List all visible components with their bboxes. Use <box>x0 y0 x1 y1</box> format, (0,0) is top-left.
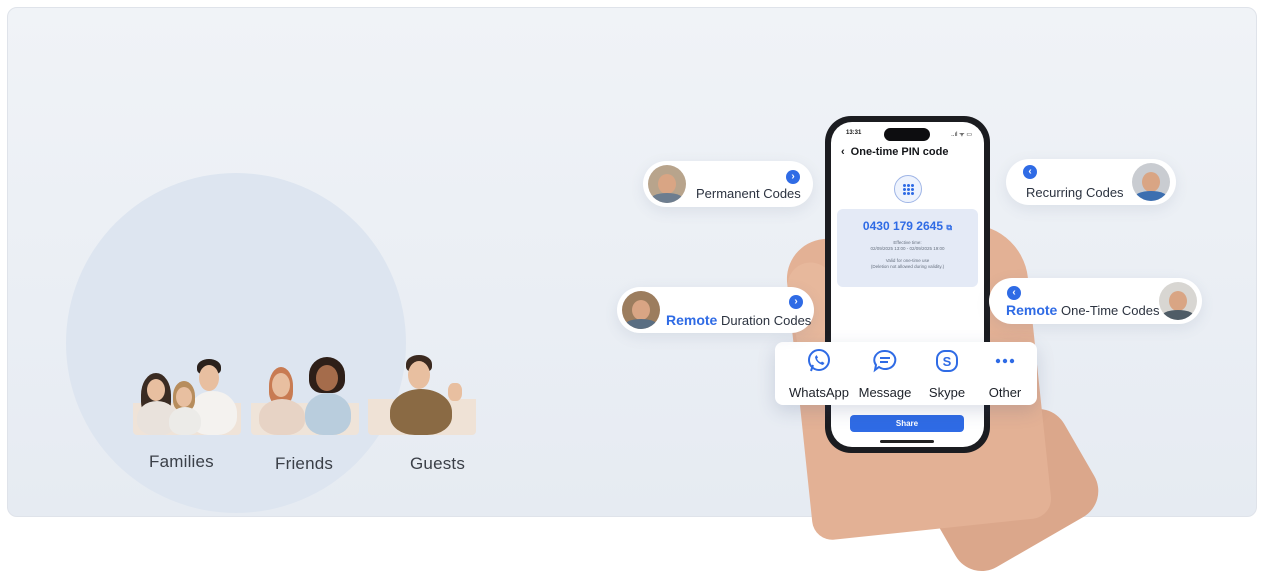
guests-photo <box>368 353 476 435</box>
pill-remote-duration-codes: › Remote Duration Codes <box>617 287 814 333</box>
status-time: 13:31 <box>846 130 862 136</box>
deletion-note: (Deletion not allowed during validity.) <box>870 264 945 269</box>
chevron-right-icon: › <box>789 295 803 309</box>
avatar <box>1159 282 1197 320</box>
audience-families: Families <box>133 353 241 473</box>
pin-code-card: 0430 179 2645 ⧉ Effective time: 02/09/20… <box>837 209 978 287</box>
skype-icon: S <box>936 350 958 372</box>
other-label: Other <box>988 385 1022 400</box>
effective-range: 02/09/2025 13:00 - 02/09/2025 19:00 <box>870 246 945 251</box>
share-button[interactable]: Share <box>850 415 964 432</box>
share-other[interactable]: Other <box>975 348 1035 400</box>
recurring-label: Recurring Codes <box>1026 185 1124 200</box>
remote-one-time-label: Remote One-Time Codes <box>1006 302 1159 318</box>
permanent-label: Permanent Codes <box>696 186 801 201</box>
one-time-codes-text: One-Time Codes <box>1060 303 1160 318</box>
chevron-right-icon: › <box>786 170 800 184</box>
avatar <box>648 165 686 203</box>
share-skype[interactable]: S Skype <box>917 348 977 400</box>
remote-highlight: Remote <box>666 312 718 328</box>
families-photo <box>133 353 241 435</box>
pin-code-value: 0430 179 2645 <box>862 219 944 233</box>
whatsapp-icon <box>808 349 830 372</box>
pill-recurring-codes: ‹ Recurring Codes <box>1006 159 1176 205</box>
pill-permanent-codes: › Permanent Codes <box>643 161 813 207</box>
message-label: Message <box>858 385 912 400</box>
message-icon <box>873 349 897 373</box>
whatsapp-label: WhatsApp <box>789 385 849 400</box>
chevron-left-icon: ‹ <box>1023 165 1037 179</box>
copy-icon[interactable]: ⧉ <box>946 223 952 232</box>
pin-code[interactable]: 0430 179 2645 ⧉ <box>837 219 978 233</box>
remote-highlight: Remote <box>1006 302 1058 318</box>
home-indicator <box>880 440 934 443</box>
guests-label: Guests <box>410 454 466 473</box>
remote-duration-label: Remote Duration Codes <box>666 312 811 328</box>
share-label: Share <box>895 419 919 428</box>
chevron-left-icon: ‹ <box>1007 286 1021 300</box>
skype-label: Skype <box>928 385 966 400</box>
back-chevron-icon[interactable]: ‹ <box>841 146 845 158</box>
friends-photo <box>251 353 359 435</box>
screen-title: One-time PIN code <box>850 146 949 158</box>
audience-guests: Guests <box>368 353 476 473</box>
avatar <box>622 291 660 329</box>
audience-friends: Friends <box>251 353 359 473</box>
avatar <box>1132 163 1170 201</box>
duration-codes-text: Duration Codes <box>720 313 812 328</box>
share-message[interactable]: Message <box>855 348 915 400</box>
keypad-icon <box>894 175 922 203</box>
friends-label: Friends <box>275 454 334 473</box>
screen-header: ‹ One-time PIN code <box>841 146 948 158</box>
status-icons: ..ıl ᯤ ▭ <box>951 132 972 138</box>
pill-remote-one-time-codes: ‹ Remote One-Time Codes <box>989 278 1202 324</box>
share-whatsapp[interactable]: WhatsApp <box>789 348 849 400</box>
more-icon <box>995 358 1015 364</box>
share-sheet: WhatsApp Message S Skype Other <box>775 342 1037 405</box>
dynamic-island <box>884 128 930 141</box>
families-label: Families <box>149 452 214 471</box>
svg-text:S: S <box>943 354 952 369</box>
